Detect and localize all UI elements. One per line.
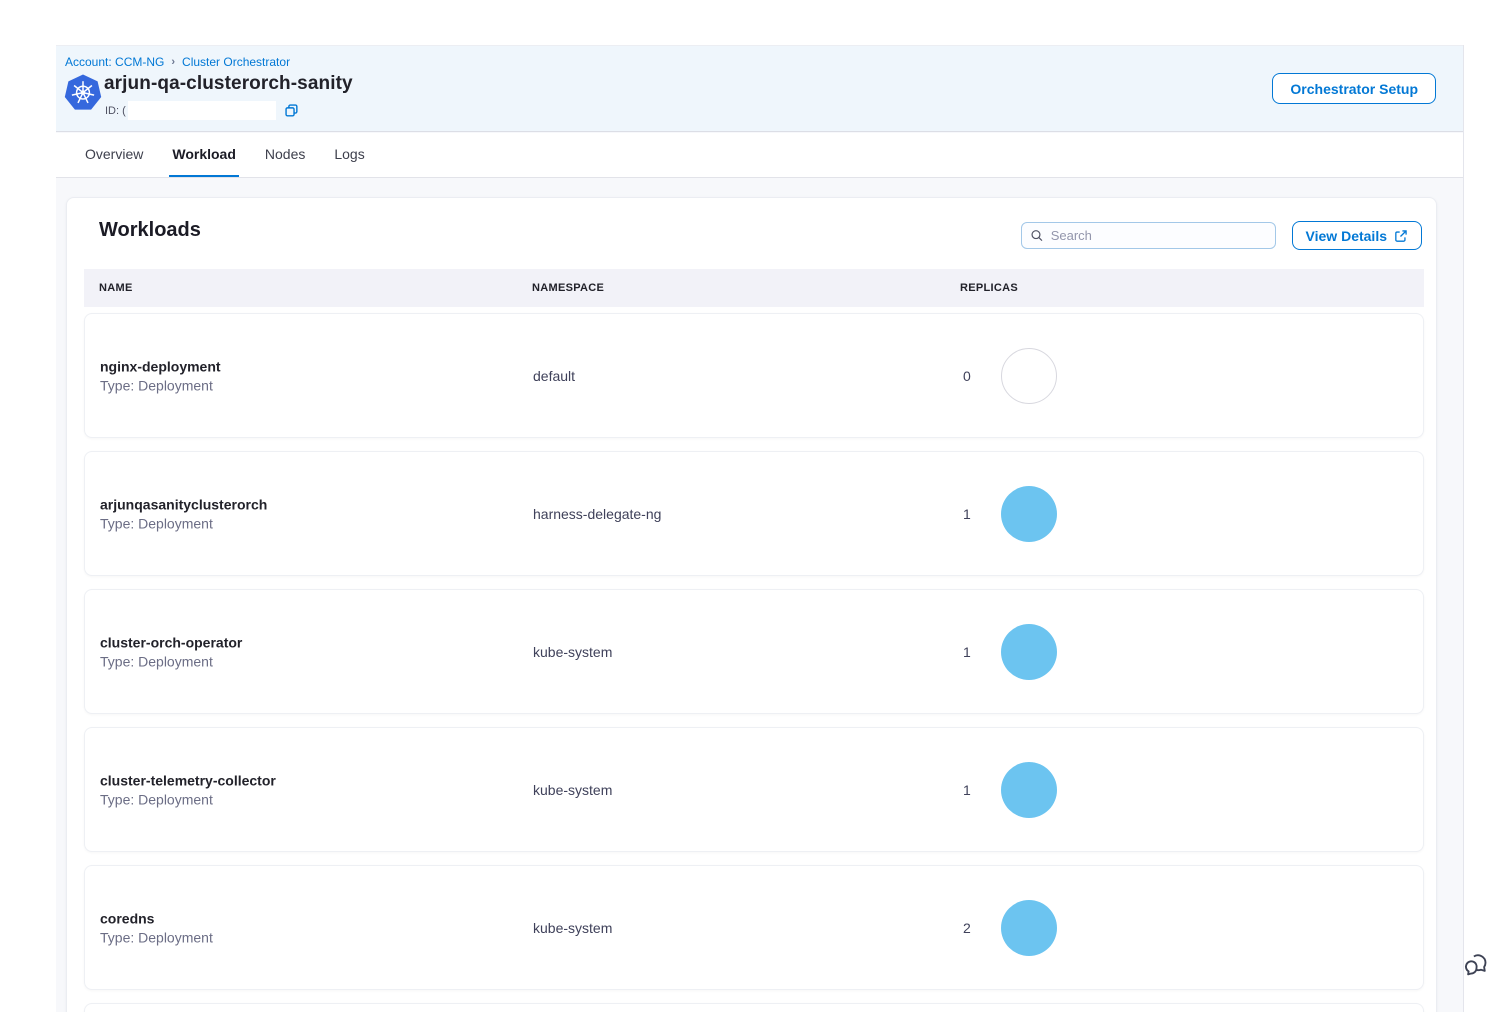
cluster-id-redacted (128, 101, 276, 120)
column-header-namespace: NAMESPACE (532, 282, 604, 294)
replica-status-circle (1001, 900, 1057, 956)
workload-namespace: kube-system (533, 644, 612, 660)
column-header-replicas: REPLICAS (960, 282, 1018, 294)
table-row[interactable]: cluster-telemetry-collector Type: Deploy… (84, 727, 1424, 852)
orchestrator-setup-button[interactable]: Orchestrator Setup (1272, 73, 1436, 104)
table-row[interactable]: coredns Type: Deployment kube-system 2 (84, 865, 1424, 990)
workload-type: Type: Deployment (100, 653, 242, 669)
tab-overview[interactable]: Overview (82, 133, 146, 177)
page-header: Account: CCM-NG › Cluster Orchestrator a… (56, 45, 1463, 132)
workload-name: cluster-orch-operator (100, 634, 242, 650)
cluster-id-row: ID: ( (105, 101, 299, 120)
table-header: NAME NAMESPACE REPLICAS (84, 269, 1424, 307)
workload-name: arjunqasanityclusterorch (100, 496, 267, 512)
table-row-partial[interactable] (84, 1003, 1424, 1012)
table-row[interactable]: arjunqasanityclusterorch Type: Deploymen… (84, 451, 1424, 576)
workload-name: nginx-deployment (100, 358, 221, 374)
workload-replica-count: 1 (963, 506, 971, 522)
workload-name-cell: cluster-telemetry-collector Type: Deploy… (100, 772, 276, 807)
workload-name: cluster-telemetry-collector (100, 772, 276, 788)
copy-icon[interactable] (284, 103, 299, 118)
breadcrumb-cluster-orchestrator[interactable]: Cluster Orchestrator (182, 55, 290, 69)
workload-name: coredns (100, 910, 213, 926)
workload-rows: nginx-deployment Type: Deployment defaul… (84, 313, 1424, 990)
workloads-panel: Workloads View Details NAME NAMESPACE RE… (66, 197, 1437, 1012)
replica-status-circle (1001, 486, 1057, 542)
workload-name-cell: arjunqasanityclusterorch Type: Deploymen… (100, 496, 267, 531)
search-icon (1030, 228, 1044, 243)
replica-status-circle (1001, 348, 1057, 404)
workload-replica-count: 1 (963, 644, 971, 660)
workload-name-cell: coredns Type: Deployment (100, 910, 213, 945)
workload-type: Type: Deployment (100, 929, 213, 945)
workload-namespace: default (533, 368, 575, 384)
workload-type: Type: Deployment (100, 377, 221, 393)
workload-namespace: kube-system (533, 920, 612, 936)
replica-status-circle (1001, 624, 1057, 680)
breadcrumb: Account: CCM-NG › Cluster Orchestrator (65, 55, 290, 69)
workload-name-cell: nginx-deployment Type: Deployment (100, 358, 221, 393)
table-row[interactable]: nginx-deployment Type: Deployment defaul… (84, 313, 1424, 438)
workload-namespace: kube-system (533, 782, 612, 798)
workload-namespace: harness-delegate-ng (533, 506, 661, 522)
kubernetes-logo-icon (64, 74, 102, 112)
workload-name-cell: cluster-orch-operator Type: Deployment (100, 634, 242, 669)
workload-replica-count: 2 (963, 920, 971, 936)
chat-bubbles-icon[interactable] (1462, 950, 1492, 980)
workload-type: Type: Deployment (100, 791, 276, 807)
tab-nodes[interactable]: Nodes (262, 133, 308, 177)
search-input[interactable] (1051, 228, 1267, 243)
external-link-icon (1394, 229, 1408, 243)
breadcrumb-separator-icon: › (171, 56, 175, 68)
workload-replica-count: 1 (963, 782, 971, 798)
workload-type: Type: Deployment (100, 515, 267, 531)
column-header-name: NAME (99, 282, 133, 294)
cluster-id-label: ID: ( (105, 105, 126, 117)
table-row[interactable]: cluster-orch-operator Type: Deployment k… (84, 589, 1424, 714)
replica-status-circle (1001, 762, 1057, 818)
view-details-label: View Details (1306, 228, 1387, 244)
workloads-title: Workloads (99, 219, 201, 242)
page-title: arjun-qa-clusterorch-sanity (104, 73, 353, 95)
workloads-table: NAME NAMESPACE REPLICAS nginx-deployment… (84, 269, 1424, 1012)
workload-replica-count: 0 (963, 368, 971, 384)
workloads-search[interactable] (1021, 222, 1276, 249)
tab-bar: Overview Workload Nodes Logs (56, 133, 1463, 178)
tab-workload[interactable]: Workload (169, 133, 239, 177)
tab-logs[interactable]: Logs (331, 133, 367, 177)
breadcrumb-account[interactable]: Account: CCM-NG (65, 55, 164, 69)
view-details-button[interactable]: View Details (1292, 221, 1422, 250)
app-frame: Account: CCM-NG › Cluster Orchestrator a… (56, 45, 1464, 1012)
